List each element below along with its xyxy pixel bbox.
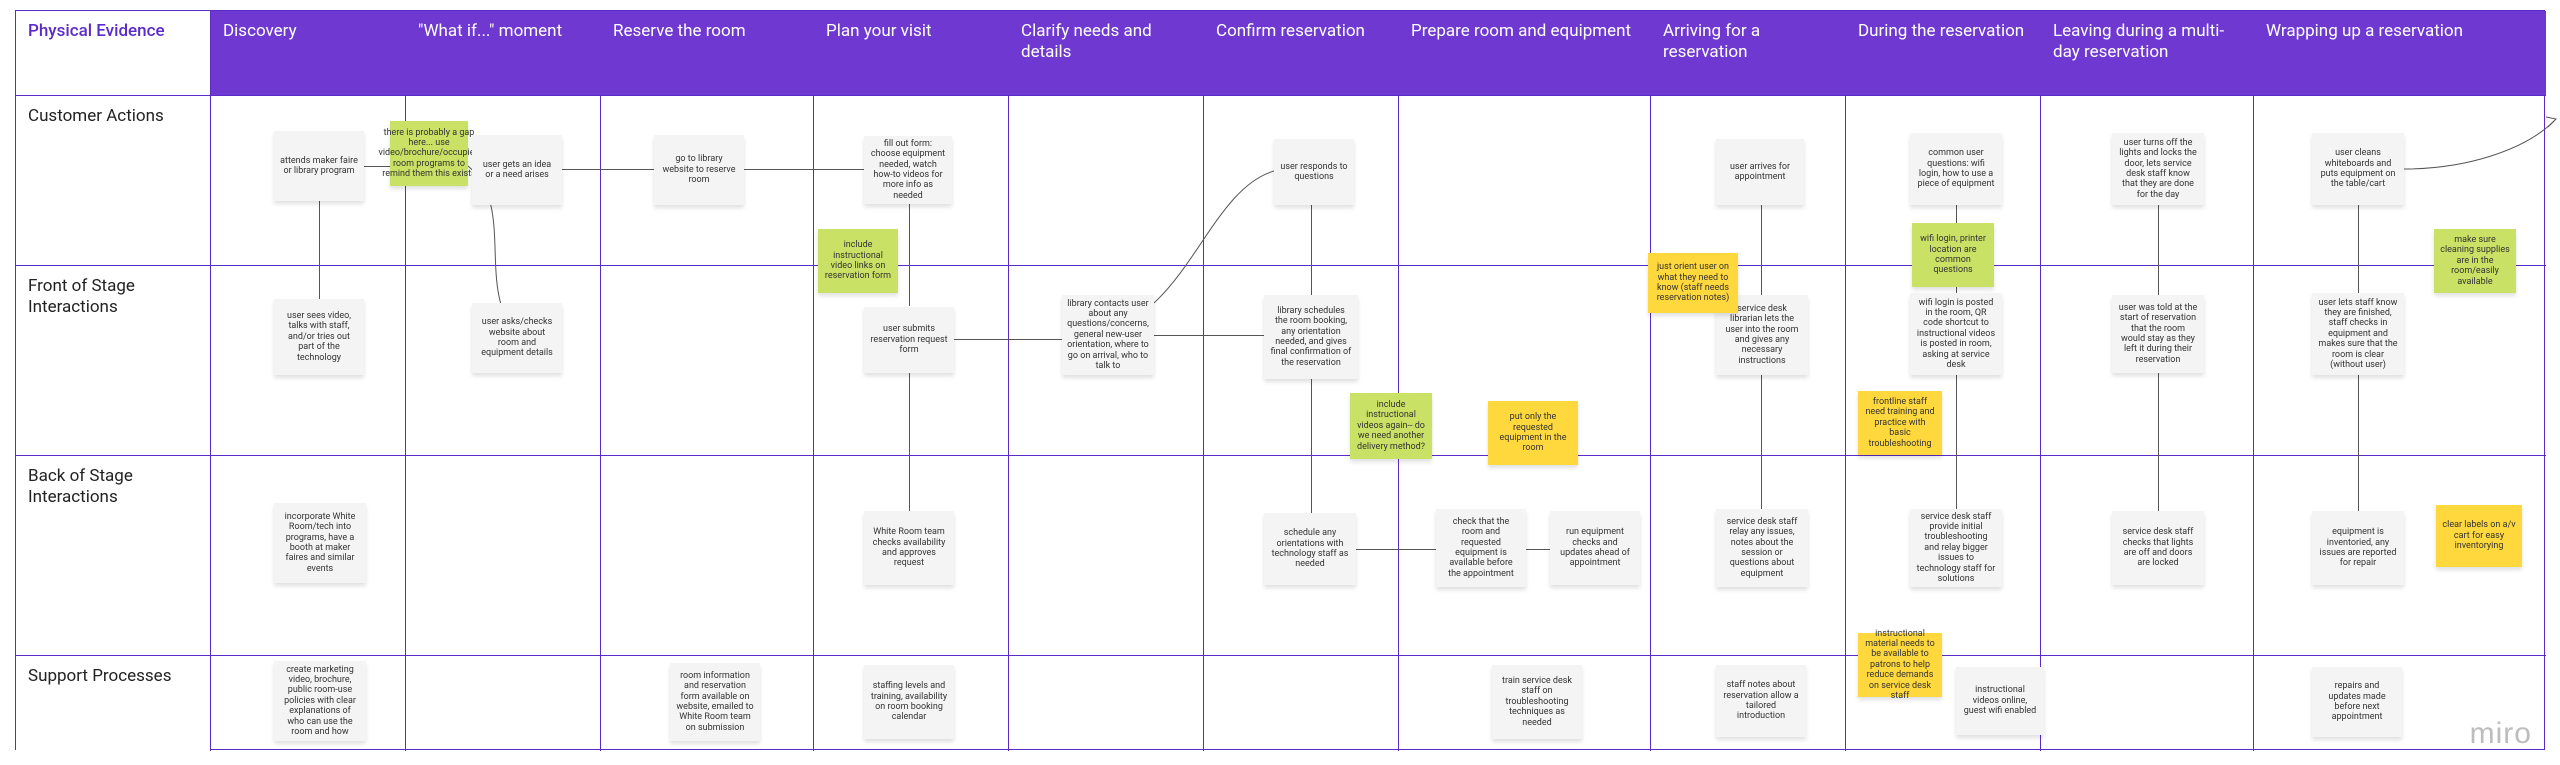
sticky-ca_wrapping[interactable]: user cleans whiteboards and puts equipme…	[2312, 133, 2404, 205]
sticky-bs_during[interactable]: service desk staff provide initial troub…	[1910, 509, 2002, 587]
col-header-physical: Physical Evidence	[16, 11, 211, 95]
sticky-fs_leaving[interactable]: user was told at the start of reservatio…	[2112, 295, 2204, 373]
col-header-arriving: Arriving for a reservation	[1651, 11, 1846, 95]
sticky-yn_arriving_orient[interactable]: just orient user on what they need to kn…	[1648, 253, 1738, 313]
col-header-wrapping: Wrapping up a reservation	[2254, 11, 2546, 95]
sticky-fs_whatif[interactable]: user asks/checks website about room and …	[472, 303, 562, 373]
connector	[1526, 549, 1550, 550]
sticky-gn_during_wifi[interactable]: wifi login, printer location are common …	[1912, 223, 1994, 287]
sticky-yn_prepare_only[interactable]: put only the requested equipment in the …	[1488, 401, 1578, 465]
connector	[909, 373, 910, 511]
row-label-back: Back of Stage Interactions	[16, 455, 211, 655]
connector	[2158, 205, 2159, 295]
sticky-bs_prepare_run[interactable]: run equipment checks and updates ahead o…	[1550, 511, 1640, 585]
col-header-clarify: Clarify needs and details	[1009, 11, 1204, 95]
sticky-fs_wrapping[interactable]: user lets staff know they are finished, …	[2312, 293, 2404, 375]
sticky-fs_clarify[interactable]: library contacts user about any question…	[1062, 295, 1154, 375]
sticky-ca_whatif_gap[interactable]: there is probably a gap here... use vide…	[390, 121, 468, 186]
sticky-ca_during[interactable]: common user questions: wifi login, how t…	[1910, 133, 2002, 205]
connector	[1761, 205, 1762, 295]
sticky-fs_discovery[interactable]: user sees video, talks with staff, and/o…	[274, 299, 364, 375]
sticky-sp_reserve[interactable]: room information and reservation form av…	[670, 663, 760, 741]
sticky-ca_arriving[interactable]: user arrives for appointment	[1716, 139, 1804, 205]
row-label-support: Support Processes	[16, 655, 211, 751]
sticky-bs_discovery[interactable]: incorporate White Room/tech into program…	[274, 503, 366, 583]
sticky-yn_during_train[interactable]: frontline staff need training and practi…	[1858, 391, 1942, 455]
sticky-yn_wrap_labels[interactable]: clear labels on a/v cart for easy invent…	[2436, 505, 2522, 567]
sticky-sp_prepare[interactable]: train service desk staff on troubleshoot…	[1492, 665, 1582, 739]
sticky-yn_during_inst[interactable]: instructional material needs to be avail…	[1858, 633, 1942, 697]
sticky-ca_reserve[interactable]: go to library website to reserve room	[654, 135, 744, 205]
sticky-bs_confirm[interactable]: schedule any orientations with technolog…	[1264, 513, 1356, 585]
connector	[909, 204, 910, 306]
sticky-sp_wrapping[interactable]: repairs and updates made before next app…	[2312, 667, 2402, 737]
blueprint-board[interactable]: Physical Evidence Discovery "What if..."…	[15, 10, 2545, 750]
col-header-plan: Plan your visit	[814, 11, 1009, 95]
sticky-ca_confirm[interactable]: user responds to questions	[1274, 139, 1354, 205]
connector	[1956, 375, 1957, 509]
sticky-sp_arriving[interactable]: staff notes about reservation allow a ta…	[1716, 665, 1806, 737]
sticky-fs_confirm[interactable]: library schedules the room booking, any …	[1264, 295, 1358, 379]
sticky-fs_during[interactable]: wifi login is posted in the room, QR cod…	[1910, 293, 2002, 375]
sticky-bs_prepare_check[interactable]: check that the room and requested equipm…	[1436, 509, 1526, 587]
col-header-reserve: Reserve the room	[601, 11, 814, 95]
row-label-customer: Customer Actions	[16, 95, 211, 265]
sticky-ca_leaving[interactable]: user turns off the lights and locks the …	[2112, 133, 2204, 205]
col-header-whatif: "What if..." moment	[406, 11, 601, 95]
sticky-ca_plan[interactable]: fill out form: choose equipment needed, …	[864, 136, 952, 204]
sticky-ca_discovery[interactable]: attends maker faire or library program	[274, 131, 364, 201]
connector	[2158, 373, 2159, 511]
sticky-ca_whatif[interactable]: user gets an idea or a need arises	[472, 135, 562, 205]
col-header-discovery: Discovery	[211, 11, 406, 95]
sticky-gn_plan_video[interactable]: include instructional video links on res…	[818, 229, 898, 293]
col-header-prepare: Prepare room and equipment	[1399, 11, 1651, 95]
sticky-bs_wrapping[interactable]: equipment is inventoried, any issues are…	[2312, 511, 2404, 585]
sticky-bs_leaving[interactable]: service desk staff checks that lights ar…	[2112, 511, 2204, 585]
connector	[744, 169, 864, 170]
connector	[954, 339, 1062, 340]
sticky-bs_arriving[interactable]: service desk staff relay any issues, not…	[1716, 509, 1808, 587]
col-header-confirm: Confirm reservation	[1204, 11, 1399, 95]
sticky-gn_confirm_video[interactable]: include instructional videos again-- do …	[1350, 393, 1432, 459]
connector	[562, 169, 654, 170]
connector	[1311, 205, 1312, 295]
connector	[1356, 549, 1436, 550]
sticky-bs_plan[interactable]: White Room team checks availability and …	[864, 511, 954, 585]
sticky-sp_during[interactable]: instructional videos online, guest wifi …	[1956, 667, 2044, 735]
col-header-during: During the reservation	[1846, 11, 2041, 95]
row-label-front: Front of Stage Interactions	[16, 265, 211, 455]
miro-logo: miro	[2470, 717, 2532, 751]
connector	[2358, 205, 2359, 293]
sticky-sp_plan[interactable]: staffing levels and training, availabili…	[864, 665, 954, 739]
sticky-gn_wrap_clean[interactable]: make sure cleaning supplies are in the r…	[2434, 229, 2516, 293]
connector	[2358, 375, 2359, 511]
sticky-sp_discovery[interactable]: create marketing video, brochure, public…	[274, 661, 366, 741]
connector	[1761, 375, 1762, 509]
connector	[1154, 335, 1264, 336]
connector	[1311, 379, 1312, 513]
connector	[319, 201, 320, 299]
col-header-leaving: Leaving during a multi-day reservation	[2041, 11, 2254, 95]
sticky-fs_plan[interactable]: user submits reservation request form	[864, 307, 954, 373]
